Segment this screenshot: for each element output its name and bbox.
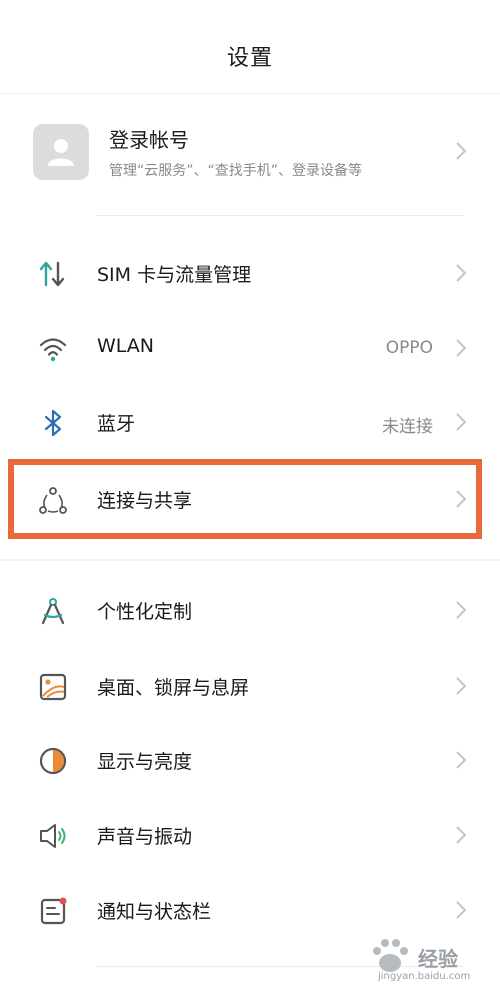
account-subtitle: 管理“云服务”、“查找手机”、登录设备等 <box>109 163 363 179</box>
watermark-url: jingyan.baidu.com <box>378 971 471 982</box>
highlight-box <box>8 459 482 539</box>
status-bar <box>0 0 500 14</box>
chevron-right-icon <box>456 751 466 769</box>
wallpaper-icon <box>39 673 67 701</box>
settings-item-sound[interactable]: 声音与振动 <box>0 798 500 872</box>
chevron-right-icon <box>456 339 466 357</box>
header-divider <box>0 93 500 94</box>
settings-item-label: SIM 卡与流量管理 <box>97 264 252 286</box>
settings-item-bluetooth[interactable]: 蓝牙 未连接 <box>0 385 500 459</box>
chevron-right-icon <box>456 413 466 431</box>
settings-item-wallpaper[interactable]: 桌面、锁屏与息屏 <box>0 649 500 723</box>
settings-item-label: 显示与亮度 <box>97 751 193 773</box>
account-row[interactable]: 登录帐号 管理“云服务”、“查找手机”、登录设备等 <box>0 110 500 194</box>
sound-icon <box>40 824 66 848</box>
personalization-icon <box>41 598 65 625</box>
settings-item-display[interactable]: 显示与亮度 <box>0 723 500 797</box>
settings-item-value: 未连接 <box>382 417 433 437</box>
settings-item-wlan[interactable]: WLAN OPPO <box>0 311 500 385</box>
notification-icon <box>40 897 67 925</box>
divider <box>96 215 464 216</box>
watermark: 经验 jingyan.baidu.com <box>332 935 472 989</box>
chevron-right-icon <box>456 601 466 619</box>
settings-item-label: 通知与状态栏 <box>97 901 212 923</box>
chevron-right-icon <box>456 142 466 160</box>
account-title: 登录帐号 <box>109 128 189 152</box>
page-title: 设置 <box>226 46 273 71</box>
avatar <box>33 124 89 180</box>
settings-item-label: 蓝牙 <box>97 413 136 435</box>
chevron-right-icon <box>456 901 466 919</box>
user-icon <box>48 139 74 166</box>
section-divider <box>0 559 500 561</box>
settings-item-value: OPPO <box>385 338 433 358</box>
settings-item-personalization[interactable]: 个性化定制 <box>0 573 500 647</box>
baidu-paw-icon <box>373 939 408 972</box>
chevron-right-icon <box>456 826 466 844</box>
wifi-icon <box>39 338 67 362</box>
battery-icon <box>370 0 480 4</box>
brightness-icon <box>39 747 67 775</box>
settings-item-label: 个性化定制 <box>97 601 193 623</box>
settings-item-label: 桌面、锁屏与息屏 <box>97 677 250 699</box>
chevron-right-icon <box>456 677 466 695</box>
settings-item-label: WLAN <box>97 335 155 357</box>
settings-item-label: 声音与振动 <box>97 826 193 848</box>
chevron-right-icon <box>456 264 466 282</box>
settings-item-sim[interactable]: SIM 卡与流量管理 <box>0 236 500 310</box>
watermark-text: 经验 <box>418 947 458 971</box>
signal-icon <box>70 0 110 4</box>
bluetooth-icon <box>44 409 62 437</box>
sim-data-icon <box>39 261 65 287</box>
